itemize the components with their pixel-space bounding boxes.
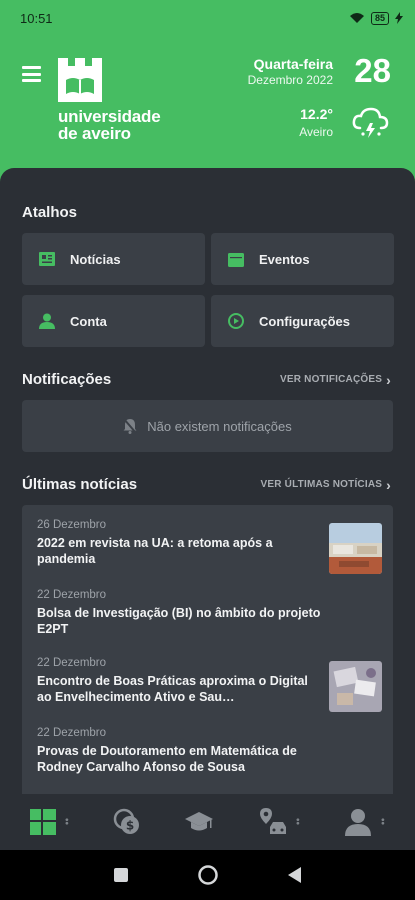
menu-icon[interactable] [22, 66, 41, 82]
see-notifications-label: VER NOTIFICAÇÕES [280, 374, 383, 385]
news-headline: Bolsa de Investigação (BI) no âmbito do … [37, 606, 321, 636]
news-item[interactable]: 22 Dezembro Provas de Doutoramento em Ma… [37, 727, 382, 775]
news-item[interactable]: 26 Dezembro 2022 em revista na UA: a ret… [37, 519, 382, 574]
see-news-link[interactable]: VER ÚLTIMAS NOTÍCIAS › [260, 476, 391, 493]
nav-profile[interactable]: •• [344, 808, 388, 836]
system-navigation-bar [0, 850, 415, 900]
news-date: 22 Dezembro [37, 589, 107, 601]
svg-text:$: $ [125, 819, 133, 833]
weekday: Quarta-feira [253, 56, 333, 72]
home-icon[interactable] [197, 865, 218, 885]
battery-indicator: 85 [370, 11, 389, 25]
news-item[interactable]: 22 Dezembro Bolsa de Investigação (BI) n… [37, 589, 382, 637]
brand-name: universidade de aveiro [58, 107, 161, 143]
shortcut-account-label: Conta [70, 313, 107, 329]
chevron-right-icon: › [386, 371, 391, 388]
settings-icon [227, 312, 245, 330]
no-notifications-text: Não existem notificações [147, 418, 292, 434]
person-icon [38, 312, 56, 330]
news-list: 26 Dezembro 2022 em revista na UA: a ret… [22, 505, 393, 794]
shortcut-news-label: Notícias [70, 251, 121, 267]
news-headline: Encontro de Boas Práticas aproxima o Dig… [37, 674, 308, 704]
wifi-icon [349, 13, 364, 23]
city: Aveiro [299, 125, 333, 139]
news-headline: 2022 em revista na UA: a retoma após a p… [37, 536, 273, 566]
month-year: Dezembro 2022 [247, 73, 333, 87]
nav-finances[interactable]: $ [113, 808, 141, 836]
news-date: 22 Dezembro [37, 727, 107, 739]
charging-icon [395, 12, 403, 24]
main-panel: Atalhos Notícias Eventos Conta Configura… [0, 168, 415, 794]
see-notifications-link[interactable]: VER NOTIFICAÇÕES › [280, 371, 391, 388]
university-logo [58, 58, 102, 102]
back-icon[interactable] [287, 867, 302, 883]
notifications-title: Notificações [22, 371, 112, 388]
notifications-empty-state: Não existem notificações [22, 400, 393, 452]
map-car-icon [259, 808, 286, 834]
money-icon: $ [113, 808, 139, 834]
header: universidade de aveiro Quarta-feira Deze… [0, 36, 415, 186]
brand-line-2: de aveiro [58, 124, 131, 143]
nav-dashboard[interactable]: •• [29, 809, 72, 835]
dashboard-icon [29, 809, 56, 835]
shortcut-news[interactable]: Notícias [22, 233, 205, 285]
news-item[interactable]: 22 Dezembro Encontro de Boas Práticas ap… [37, 657, 382, 712]
shortcut-settings[interactable]: Configurações [211, 295, 394, 347]
temperature: 12.2° [300, 106, 333, 122]
day-number: 28 [354, 52, 391, 89]
brand-line-1: universidade [58, 107, 161, 126]
profile-icon [344, 809, 371, 836]
newspaper-icon [38, 250, 56, 268]
more-dots-icon: •• [376, 818, 388, 826]
rain-cloud-icon [352, 107, 389, 138]
nav-campus[interactable]: •• [257, 807, 303, 837]
shortcut-settings-label: Configurações [259, 313, 351, 329]
status-bar: 10:51 85 [0, 0, 415, 36]
shortcut-events-label: Eventos [259, 251, 310, 267]
see-news-label: VER ÚLTIMAS NOTÍCIAS [260, 479, 383, 490]
bottom-navigation: •• $ •• •• [0, 794, 415, 850]
recent-apps-icon[interactable] [113, 868, 128, 882]
bell-off-icon [123, 418, 137, 434]
news-title: Últimas notícias [22, 476, 138, 493]
chevron-right-icon: › [386, 476, 391, 493]
more-dots-icon: •• [60, 818, 72, 826]
news-thumbnail [329, 523, 382, 574]
nav-academic[interactable] [184, 810, 214, 834]
calendar-icon [227, 250, 245, 268]
status-time: 10:51 [20, 10, 53, 26]
news-headline: Provas de Doutoramento em Matemática de … [37, 744, 297, 774]
news-thumbnail [329, 661, 382, 712]
shortcut-account[interactable]: Conta [22, 295, 205, 347]
shortcut-events[interactable]: Eventos [211, 233, 394, 285]
more-dots-icon: •• [291, 818, 303, 826]
shortcuts-title: Atalhos [22, 204, 78, 221]
graduation-cap-icon [184, 812, 213, 831]
